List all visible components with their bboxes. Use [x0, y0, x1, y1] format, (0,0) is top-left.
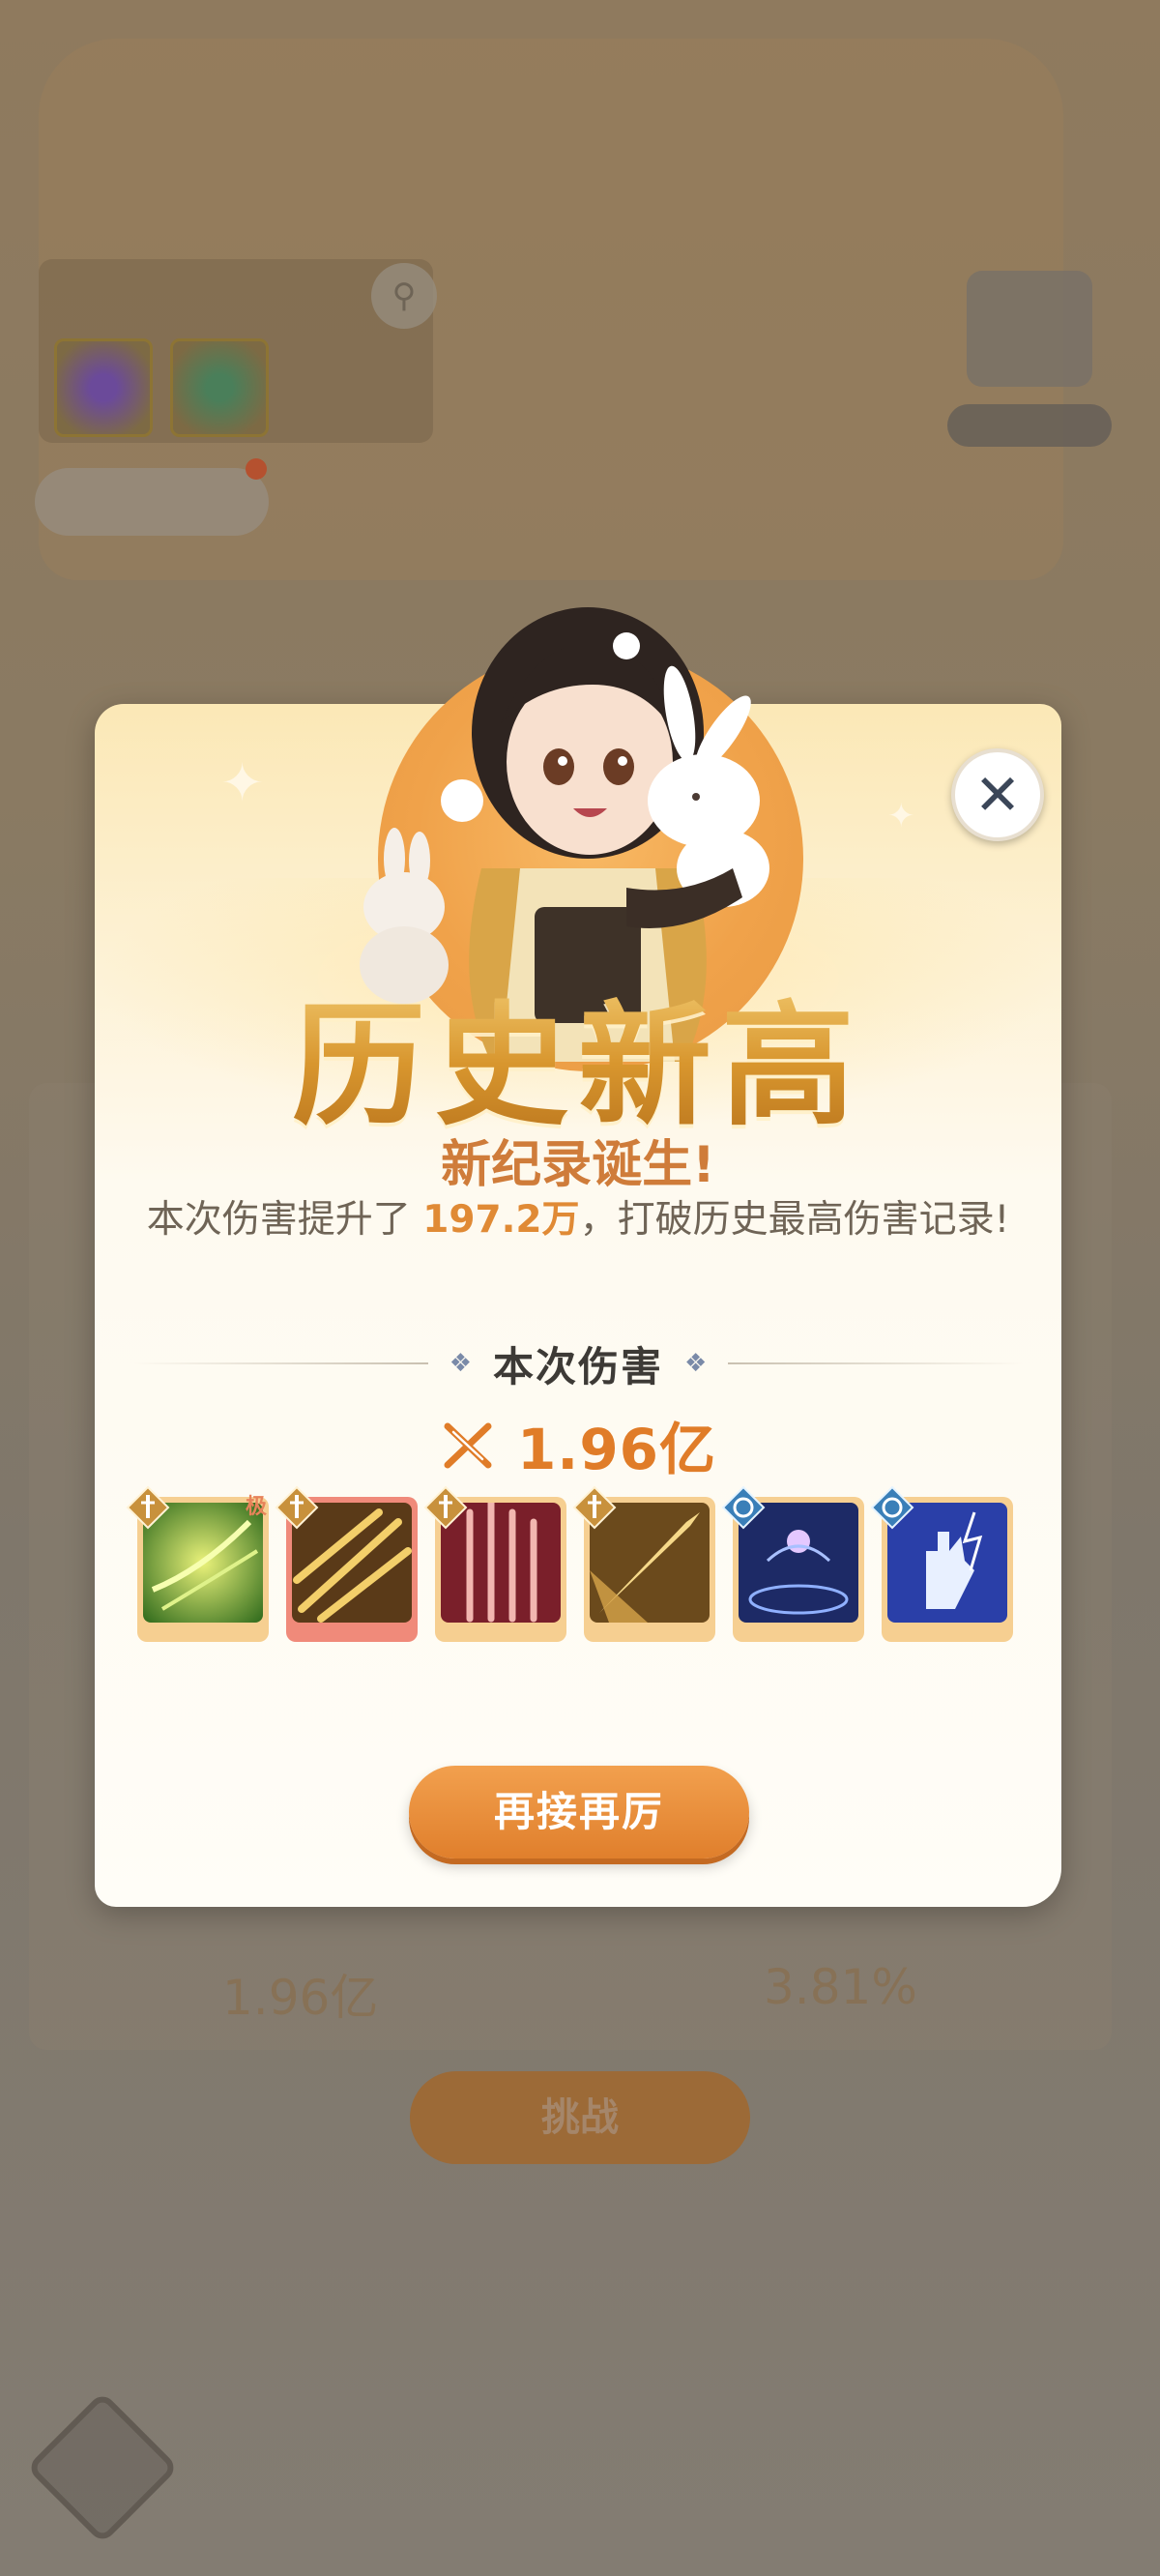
- skill-card-crimson-blades[interactable]: [423, 1485, 566, 1642]
- search-icon: ⚲: [371, 263, 437, 329]
- background-chip: [35, 468, 269, 536]
- close-button[interactable]: ✕: [951, 748, 1044, 841]
- description-suffix: ，打破历史最高伤害记录!: [579, 1198, 1010, 1242]
- background-item-card: [170, 338, 269, 437]
- crossed-swords-icon: [444, 1422, 492, 1469]
- notification-dot: [246, 458, 267, 480]
- skill-card-arcane-seal[interactable]: [721, 1485, 864, 1642]
- divider-line-right: [728, 1362, 1024, 1364]
- sword-badge-icon: [126, 1485, 170, 1530]
- modal-headline: 历史新高: [95, 957, 1061, 1151]
- skill-tag: 极: [246, 1495, 268, 1519]
- damage-increase-value: 197.2万: [422, 1198, 580, 1242]
- modal-subtitle: 新纪录诞生!: [441, 1136, 715, 1194]
- diamond-icon: ❖: [684, 1349, 708, 1378]
- background-stat-damage: 1.96亿: [222, 1970, 379, 2026]
- background-challenge-button: 挑战: [410, 2071, 750, 2164]
- diamond-icon: ❖: [449, 1349, 472, 1378]
- sparkle-icon: ✦: [220, 752, 265, 813]
- skill-card-golden-blades[interactable]: [275, 1485, 418, 1642]
- skill-card-golden-spear[interactable]: [572, 1485, 715, 1642]
- skill-card-wind[interactable]: 极: [126, 1485, 269, 1642]
- modal-description: 本次伤害提升了 197.2万，打破历史最高伤害记录!: [95, 1189, 1061, 1244]
- try-again-button[interactable]: 再接再厉: [409, 1766, 749, 1859]
- sword-badge-icon: [572, 1485, 617, 1530]
- damage-total: 1.96亿: [95, 1408, 1061, 1482]
- background-stat-percent: 3.81%: [764, 1959, 917, 2015]
- new-record-modal: ✦ ✦ ✦: [95, 607, 1061, 1907]
- description-prefix: 本次伤害提升了: [146, 1198, 423, 1242]
- sparkle-icon: ✦: [887, 797, 915, 835]
- section-title: 本次伤害: [493, 1342, 664, 1390]
- background-item-card: [54, 338, 153, 437]
- skill-list: 极: [126, 1485, 1027, 1671]
- sword-badge-icon: [275, 1485, 319, 1530]
- background-shop-icon: [967, 271, 1092, 387]
- damage-value: 1.96亿: [516, 1417, 717, 1482]
- background-shop-label: [947, 404, 1112, 447]
- close-icon: ✕: [973, 762, 1022, 828]
- section-divider: ❖ 本次伤害 ❖: [133, 1334, 1024, 1392]
- divider-line-left: [133, 1362, 428, 1364]
- sword-badge-icon: [423, 1485, 468, 1530]
- background-search-field: [54, 273, 344, 323]
- skill-card-lightning-hand[interactable]: [870, 1485, 1013, 1642]
- magic-badge-icon: [870, 1485, 914, 1530]
- background-corner-icon: [25, 2390, 180, 2545]
- magic-badge-icon: [721, 1485, 766, 1530]
